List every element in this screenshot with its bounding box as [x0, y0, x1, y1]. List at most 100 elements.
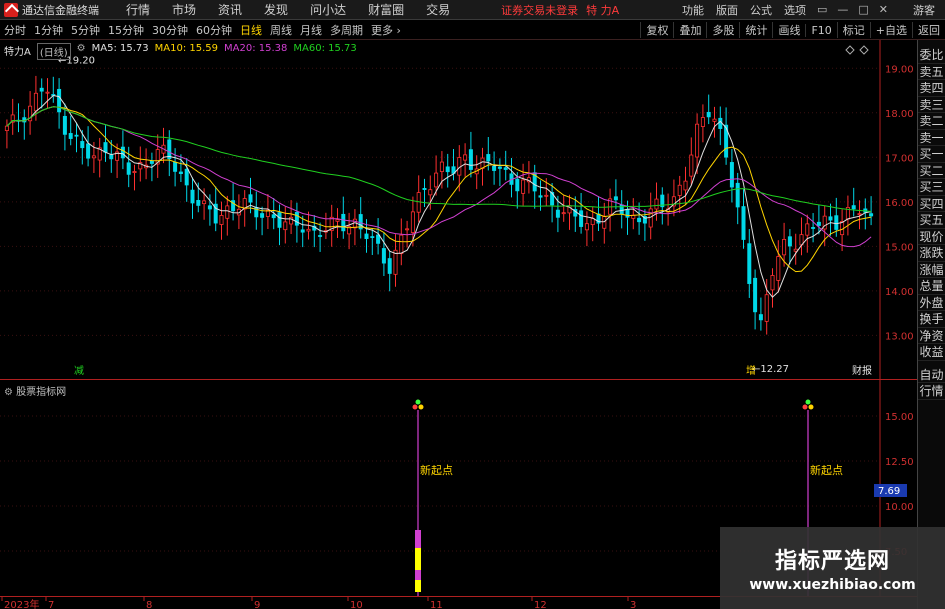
- candle-body: [4, 125, 9, 131]
- fuquan-button[interactable]: 复权: [640, 22, 673, 38]
- guest-label[interactable]: 游客: [893, 2, 945, 18]
- candle-body: [590, 218, 595, 226]
- chevron-right-icon: ›: [396, 24, 401, 37]
- candle-body: [503, 167, 508, 170]
- right-tab-14[interactable]: 总量: [918, 278, 945, 295]
- menu-item-shichang[interactable]: 市场: [161, 1, 207, 18]
- period-1min[interactable]: 1分钟: [30, 22, 67, 38]
- right-tab-10[interactable]: 买五: [918, 212, 945, 229]
- period-60min[interactable]: 60分钟: [192, 22, 236, 38]
- tongji-button[interactable]: 统计: [739, 22, 772, 38]
- candle-body: [364, 233, 369, 239]
- period-5min[interactable]: 5分钟: [67, 22, 104, 38]
- menu-item-gongneng[interactable]: 功能: [676, 2, 710, 18]
- diejia-button[interactable]: 叠加: [673, 22, 706, 38]
- candle-body: [747, 243, 752, 284]
- candle-body: [318, 235, 323, 237]
- right-tab-18[interactable]: 收益: [918, 344, 945, 361]
- right-tab-16[interactable]: 换手: [918, 311, 945, 328]
- candle-body: [637, 217, 642, 223]
- right-tab-1[interactable]: 卖五: [918, 64, 945, 80]
- ma10-line: [6, 106, 872, 273]
- biaoji-button[interactable]: 标记: [836, 22, 870, 38]
- gear-icon[interactable]: ⚙: [4, 387, 13, 398]
- event-marker-left: 减: [74, 365, 84, 377]
- candle-body: [207, 205, 212, 210]
- indicator-tick-label: 12.50: [885, 457, 914, 468]
- signal-bar-1: [415, 548, 421, 570]
- menu-item-xuanxiang[interactable]: 选项: [778, 2, 812, 18]
- right-tab-8[interactable]: 买三: [918, 179, 945, 196]
- diamond-icon: [845, 45, 855, 55]
- candle-body: [225, 205, 230, 219]
- menu-item-wenxiaoda[interactable]: 问小达: [299, 1, 357, 18]
- candle-body: [416, 192, 421, 213]
- right-tab-15[interactable]: 外盘: [918, 295, 945, 311]
- f10-button[interactable]: F10: [805, 23, 836, 37]
- period-daily[interactable]: 日线: [236, 22, 266, 38]
- right-tab-5[interactable]: 卖一: [918, 130, 945, 146]
- right-tab-0[interactable]: 委比: [918, 47, 945, 64]
- right-tab-19[interactable]: 自动: [918, 367, 945, 383]
- huaxian-button[interactable]: 画线: [772, 22, 805, 38]
- candle-body: [399, 234, 404, 255]
- add-watchlist-button[interactable]: +自选: [869, 22, 912, 38]
- candle-body: [74, 134, 79, 137]
- period-monthly[interactable]: 月线: [296, 22, 326, 38]
- menu-item-banmian[interactable]: 版面: [710, 2, 744, 18]
- right-tab-11[interactable]: 现价: [918, 229, 945, 245]
- right-tab-12[interactable]: 涨跌: [918, 245, 945, 262]
- right-tab-20[interactable]: 行情: [918, 383, 945, 400]
- right-tab-7[interactable]: 买二: [918, 163, 945, 179]
- signal-bar-1: [415, 530, 421, 548]
- period-multi[interactable]: 多周期: [326, 22, 367, 38]
- menu-item-hangqing[interactable]: 行情: [115, 1, 161, 18]
- menu-item-jiaoyi[interactable]: 交易: [415, 1, 461, 18]
- period-15min[interactable]: 15分钟: [104, 22, 148, 38]
- candlestick-chart[interactable]: 特力A (日线) ⚙ MA5: 15.73 MA10: 15.59 MA20: …: [0, 40, 917, 379]
- menu-item-gongshi[interactable]: 公式: [744, 2, 778, 18]
- chart-period-tag: (日线): [36, 43, 71, 60]
- right-tab-17[interactable]: 净资: [918, 328, 945, 344]
- right-tab-13[interactable]: 涨幅: [918, 262, 945, 278]
- candle-body: [248, 194, 253, 203]
- candle-body: [869, 213, 874, 217]
- close-icon[interactable]: ✕: [874, 3, 893, 16]
- right-tab-4[interactable]: 卖二: [918, 113, 945, 130]
- right-tab-9[interactable]: 买四: [918, 196, 945, 212]
- candle-body: [294, 211, 299, 226]
- candle-body: [689, 154, 694, 177]
- back-button[interactable]: 返回: [912, 22, 945, 38]
- login-warning[interactable]: 证券交易未登录: [501, 2, 578, 18]
- window-min-icon[interactable]: —: [832, 3, 853, 16]
- right-tab-2[interactable]: 卖四: [918, 80, 945, 97]
- price-tick-label: 13.00: [885, 331, 914, 342]
- menu-item-faxian[interactable]: 发现: [253, 1, 299, 18]
- menu-item-zixun[interactable]: 资讯: [207, 1, 253, 18]
- price-tick-label: 17.00: [885, 153, 914, 164]
- price-tick-label: 18.00: [885, 109, 914, 120]
- price-tick-label: 15.00: [885, 242, 914, 253]
- candle-body: [300, 229, 305, 233]
- candle-body: [776, 256, 781, 281]
- candle-body: [103, 142, 108, 153]
- right-tab-3[interactable]: 卖三: [918, 97, 945, 113]
- candle-body: [62, 115, 67, 135]
- candle-body: [561, 212, 566, 215]
- candle-body: [816, 221, 821, 226]
- right-tab-6[interactable]: 买一: [918, 146, 945, 163]
- candle-body: [654, 198, 659, 210]
- candle-body: [555, 209, 560, 218]
- menu-item-caifuquan[interactable]: 财富圈: [357, 1, 415, 18]
- minimize-icon[interactable]: ▭: [812, 3, 832, 16]
- maximize-icon[interactable]: □: [853, 3, 873, 16]
- signal-bar-1: [415, 570, 421, 580]
- candle-body: [613, 196, 618, 201]
- duogu-button[interactable]: 多股: [706, 22, 739, 38]
- period-weekly[interactable]: 周线: [266, 22, 296, 38]
- gear-icon[interactable]: ⚙: [77, 43, 86, 60]
- period-fenshi[interactable]: 分时: [0, 22, 30, 38]
- period-more[interactable]: 更多 ›: [367, 22, 405, 38]
- candle-body: [428, 189, 433, 196]
- period-30min[interactable]: 30分钟: [148, 22, 192, 38]
